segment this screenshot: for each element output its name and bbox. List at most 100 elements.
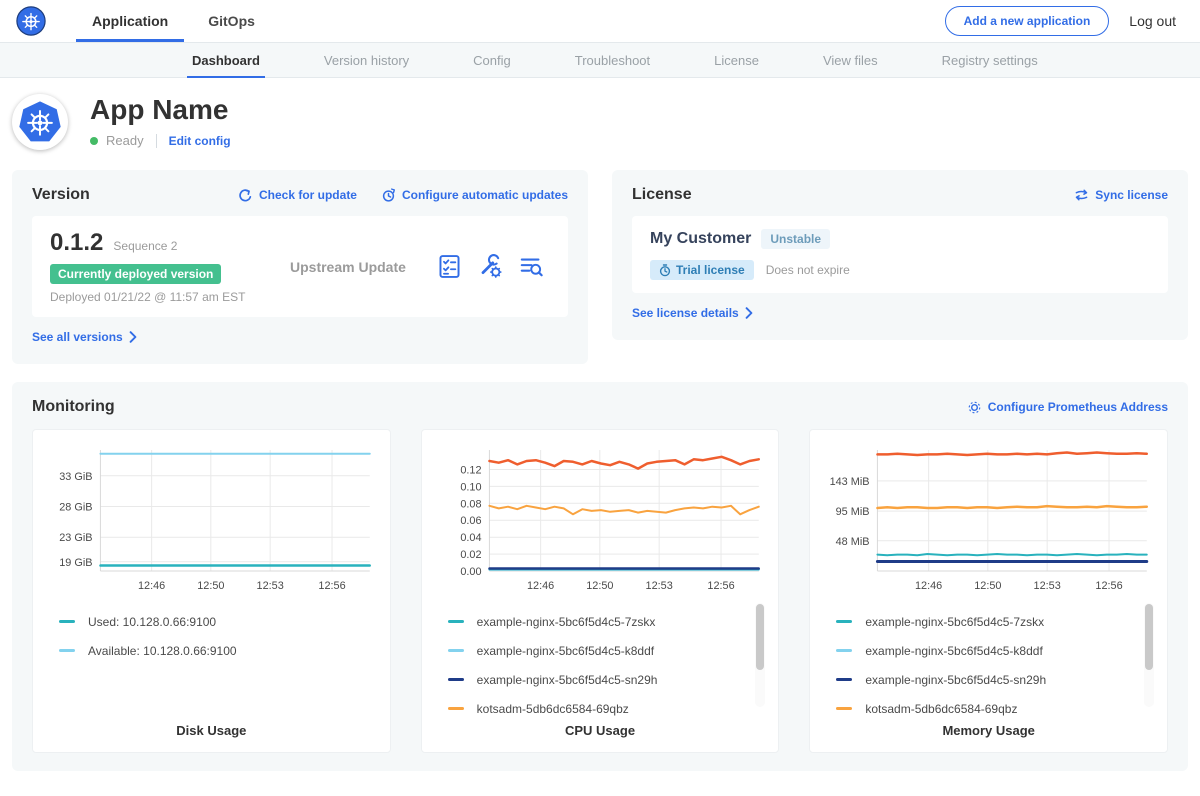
legend-color-dash [448,620,464,623]
svg-text:23 GiB: 23 GiB [59,532,92,544]
legend-scrollbar-thumb[interactable] [1145,604,1153,670]
svg-text:12:46: 12:46 [527,580,554,592]
check-for-update-link[interactable]: Check for update [238,188,357,203]
legend-color-dash [836,678,852,681]
legend-item: example-nginx-5bc6f5d4c5-7zskx [448,607,751,636]
channel-badge: Unstable [761,229,830,249]
svg-text:12:46: 12:46 [138,580,165,592]
monitoring-title: Monitoring [32,398,115,416]
svg-text:0.10: 0.10 [460,481,481,493]
memory-usage-panel: 12:4612:5012:5312:56143 MiB95 MiB48 MiBe… [809,429,1168,753]
subnav-tab-dashboard[interactable]: Dashboard [187,43,265,77]
legend-scrollbar[interactable] [1144,603,1154,707]
legend-color-dash [59,620,75,623]
svg-text:12:46: 12:46 [915,580,942,592]
disk-usage-title: Disk Usage [43,723,380,738]
status-dot [90,137,98,145]
license-details-panel: My Customer Unstable Trial license Does … [632,216,1168,293]
svg-text:12:53: 12:53 [645,580,672,592]
subnav-tab-view-files[interactable]: View files [818,43,883,77]
svg-text:0.08: 0.08 [460,498,481,510]
chevron-right-icon [745,307,753,319]
svg-text:0.00: 0.00 [460,566,481,578]
add-application-button[interactable]: Add a new application [945,6,1110,36]
legend-item: kotsadm-5db6dc6584-69qbz [448,694,751,717]
primary-nav-tabs: ApplicationGitOps [72,0,275,42]
legend-color-dash [59,649,75,652]
configure-automatic-updates-link[interactable]: Configure automatic updates [381,188,568,203]
cpu-usage-legend: example-nginx-5bc6f5d4c5-7zskx example-ng… [432,597,769,717]
top-navbar: ApplicationGitOps Add a new application … [0,0,1200,42]
subnav-tab-registry-settings[interactable]: Registry settings [937,43,1043,77]
status-text: Ready [106,133,144,148]
legend-color-dash [448,678,464,681]
svg-text:28 GiB: 28 GiB [59,501,92,513]
legend-label: kotsadm-5db6dc6584-69qbz [865,702,1017,716]
configure-prometheus-link[interactable]: Configure Prometheus Address [967,400,1168,415]
customer-name: My Customer [650,230,751,248]
license-card-title: License [632,186,692,204]
svg-text:143 MiB: 143 MiB [830,476,870,488]
legend-item: example-nginx-5bc6f5d4c5-7zskx [836,607,1139,636]
charts-row: 12:46 12:50 12:53 12:56 33 GiB 28 GiB 23 GiB 19… [32,429,1168,753]
preflight-checks-icon[interactable] [437,254,462,279]
version-source: Upstream Update [290,259,437,275]
subnav-tab-config[interactable]: Config [468,43,516,77]
svg-text:12:56: 12:56 [707,580,734,592]
legend-item: example-nginx-5bc6f5d4c5-sn29h [836,665,1139,694]
clock-refresh-icon [381,188,396,203]
memory-usage-title: Memory Usage [820,723,1157,738]
line-chart: 12:4612:5012:5312:56143 MiB95 MiB48 MiB [820,442,1157,597]
svg-text:12:53: 12:53 [1034,580,1061,592]
deploy-logs-icon[interactable] [519,254,544,279]
svg-text:12:56: 12:56 [1096,580,1123,592]
version-card-title: Version [32,186,90,204]
subnav-tab-version-history[interactable]: Version history [319,43,414,77]
svg-text:0.04: 0.04 [460,532,481,544]
legend-label: example-nginx-5bc6f5d4c5-7zskx [477,615,656,629]
see-all-versions-link[interactable]: See all versions [32,330,137,344]
sync-icon [1074,188,1089,202]
subnav-tab-license[interactable]: License [709,43,764,77]
kubernetes-app-icon [18,100,62,144]
line-chart: 12:4612:5012:5312:560.120.100.080.060.04… [432,442,769,597]
legend-color-dash [448,707,464,710]
disk-usage-legend: Used: 10.128.0.66:9100Available: 10.128.… [43,597,380,717]
page-title: App Name [90,94,231,126]
sync-license-link[interactable]: Sync license [1074,188,1168,202]
license-type-badge: Trial license [650,260,754,280]
monitoring-card: Monitoring Configure Prometheus Address … [12,382,1188,771]
version-number: 0.1.2 [50,229,103,257]
config-wrench-icon[interactable] [478,254,503,279]
legend-item: example-nginx-5bc6f5d4c5-k8ddf [448,636,751,665]
legend-scrollbar-thumb[interactable] [756,604,764,670]
app-header: App Name Ready Edit config [0,78,1200,162]
svg-text:0.02: 0.02 [460,549,481,561]
legend-label: example-nginx-5bc6f5d4c5-sn29h [865,673,1046,687]
legend-label: kotsadm-5db6dc6584-69qbz [477,702,629,716]
nav-tab-application[interactable]: Application [76,0,184,42]
current-version-panel: 0.1.2 Sequence 2 Currently deployed vers… [32,216,568,317]
deployed-timestamp: Deployed 01/21/22 @ 11:57 am EST [50,290,290,304]
svg-text:19 GiB: 19 GiB [59,557,92,569]
cpu-usage-panel: 12:4612:5012:5312:560.120.100.080.060.04… [421,429,780,753]
svg-text:33 GiB: 33 GiB [59,471,92,483]
legend-label: example-nginx-5bc6f5d4c5-k8ddf [865,644,1042,658]
svg-text:12:50: 12:50 [197,580,224,592]
legend-item: Available: 10.128.0.66:9100 [59,636,362,665]
legend-label: Available: 10.128.0.66:9100 [88,644,237,658]
license-expiry: Does not expire [766,263,850,277]
logout-link[interactable]: Log out [1129,13,1176,29]
subnav-tab-troubleshoot[interactable]: Troubleshoot [570,43,655,77]
legend-item: kotsadm-5db6dc6584-69qbz [836,694,1139,717]
svg-text:12:53: 12:53 [257,580,284,592]
legend-scrollbar[interactable] [755,603,765,707]
see-license-details-link[interactable]: See license details [632,306,753,320]
svg-text:0.06: 0.06 [460,515,481,527]
edit-config-link[interactable]: Edit config [169,134,231,148]
nav-tab-gitops[interactable]: GitOps [192,0,271,42]
cpu-usage-title: CPU Usage [432,723,769,738]
legend-label: example-nginx-5bc6f5d4c5-sn29h [477,673,658,687]
license-card: License Sync license My Customer Unstabl… [612,170,1188,340]
legend-item: example-nginx-5bc6f5d4c5-k8ddf [836,636,1139,665]
